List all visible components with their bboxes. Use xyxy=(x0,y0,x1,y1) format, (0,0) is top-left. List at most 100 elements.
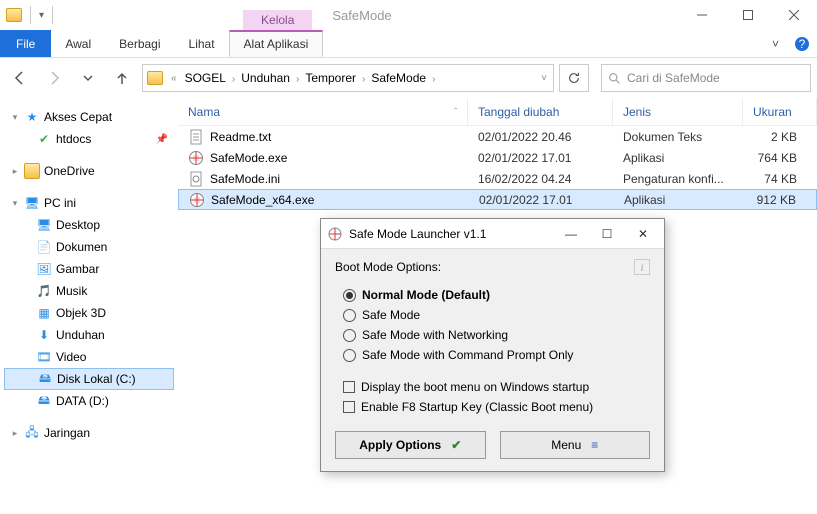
svg-text:?: ? xyxy=(799,37,806,51)
sidebar-item-label: Objek 3D xyxy=(56,306,106,320)
boot-mode-radio[interactable]: Safe Mode with Networking xyxy=(335,325,650,345)
file-size: 2 KB xyxy=(743,130,817,144)
option-checkbox[interactable]: Enable F8 Startup Key (Classic Boot menu… xyxy=(335,397,650,417)
boot-mode-radio[interactable]: Normal Mode (Default) xyxy=(335,285,650,305)
menu-button[interactable]: Menu≡ xyxy=(500,431,651,459)
forward-button[interactable] xyxy=(40,64,68,92)
search-icon xyxy=(608,72,621,85)
sidebar-onedrive[interactable]: ▸ OneDrive xyxy=(4,160,174,182)
sidebar-item-label: Video xyxy=(56,350,86,364)
chevron-right-icon[interactable]: › xyxy=(430,74,437,85)
option-checkbox[interactable]: Display the boot menu on Windows startup xyxy=(335,377,650,397)
ribbon-tab[interactable]: Lihat xyxy=(175,30,229,57)
chevron-down-icon[interactable]: ▾ xyxy=(10,198,20,209)
breadcrumb-segment[interactable]: SafeMode xyxy=(367,71,430,85)
boot-mode-radio[interactable]: Safe Mode xyxy=(335,305,650,325)
search-box[interactable]: Cari di SafeMode xyxy=(601,64,811,92)
radio-label: Safe Mode with Networking xyxy=(362,328,508,342)
sidebar-item[interactable]: 🖴 Disk Lokal (C:) xyxy=(4,368,174,390)
pin-icon: 📌 xyxy=(156,134,168,145)
sidebar-item[interactable]: 🖴DATA (D:) xyxy=(4,390,174,412)
file-size: 764 KB xyxy=(743,151,817,165)
sidebar-this-pc[interactable]: ▾ 🖥 PC ini xyxy=(4,192,174,214)
sidebar-item[interactable]: ⬇Unduhan xyxy=(4,324,174,346)
contextual-tab-label: Kelola xyxy=(243,10,312,30)
sidebar-item-htdocs[interactable]: ✔ htdocs 📌 xyxy=(4,128,174,150)
minimize-button[interactable] xyxy=(679,0,725,30)
column-date[interactable]: Tanggal diubah xyxy=(468,98,613,125)
window-controls xyxy=(679,0,817,30)
address-bar[interactable]: « SOGEL›Unduhan›Temporer›SafeMode› ˅ xyxy=(142,64,554,92)
chevron-right-icon[interactable]: ▸ xyxy=(10,428,20,439)
folder-icon: ▦ xyxy=(36,305,52,321)
dialog-minimize-button[interactable]: — xyxy=(556,227,586,241)
ribbon-tab[interactable]: Alat Aplikasi xyxy=(229,30,324,57)
qat-dropdown-icon[interactable]: ▾ xyxy=(39,10,44,21)
chevron-right-icon[interactable]: « xyxy=(169,73,179,84)
chevron-down-icon[interactable]: ▾ xyxy=(10,112,20,123)
column-name[interactable]: Namaˆ xyxy=(178,98,468,125)
sidebar-item-label: Unduhan xyxy=(56,328,105,342)
dialog-title: Safe Mode Launcher v1.1 xyxy=(349,227,486,241)
folder-icon: 🖴 xyxy=(37,371,53,387)
sidebar-item[interactable]: ▦ Objek 3D xyxy=(4,302,174,324)
sidebar-item-label: htdocs xyxy=(56,132,91,146)
address-dropdown-icon[interactable]: ˅ xyxy=(539,73,549,84)
sidebar-item[interactable]: 🎞Video xyxy=(4,346,174,368)
radio-label: Normal Mode (Default) xyxy=(362,288,490,302)
sidebar-item[interactable]: 🖼Gambar xyxy=(4,258,174,280)
folder-icon: 🖴 xyxy=(36,393,52,409)
file-date: 16/02/2022 04.24 xyxy=(468,172,613,186)
sidebar-item[interactable]: 🖥Desktop xyxy=(4,214,174,236)
ribbon-tab[interactable]: Berbagi xyxy=(105,30,174,57)
sidebar-item-label: Disk Lokal (C:) xyxy=(57,372,136,386)
sidebar-item[interactable]: 📄Dokumen xyxy=(4,236,174,258)
file-size: 912 KB xyxy=(744,193,816,207)
column-size[interactable]: Ukuran xyxy=(743,98,817,125)
file-row[interactable]: SafeMode_x64.exe02/01/2022 17.01Aplikasi… xyxy=(178,189,817,210)
network-icon: 🖧 xyxy=(24,425,40,441)
file-row[interactable]: SafeMode.ini16/02/2022 04.24Pengaturan k… xyxy=(178,168,817,189)
info-icon[interactable]: i xyxy=(634,259,650,275)
checkbox-label: Display the boot menu on Windows startup xyxy=(361,380,589,394)
back-button[interactable] xyxy=(6,64,34,92)
dialog-section-label: Boot Mode Options: i xyxy=(335,259,650,275)
sidebar-network[interactable]: ▸ 🖧 Jaringan xyxy=(4,422,174,444)
app-icon xyxy=(327,226,343,242)
window-titlebar: ▾ Kelola SafeMode xyxy=(0,0,817,30)
file-type: Aplikasi xyxy=(614,193,744,207)
up-button[interactable] xyxy=(108,64,136,92)
star-icon: ★ xyxy=(24,109,40,125)
apply-options-button[interactable]: Apply Options✔ xyxy=(335,431,486,459)
dialog-close-button[interactable]: ✕ xyxy=(628,227,658,241)
maximize-button[interactable] xyxy=(725,0,771,30)
ribbon-tab[interactable]: Awal xyxy=(51,30,105,57)
file-row[interactable]: Readme.txt02/01/2022 20.46Dokumen Teks2 … xyxy=(178,126,817,147)
file-name: SafeMode.ini xyxy=(210,172,280,186)
help-button[interactable]: ? xyxy=(787,30,817,57)
dialog-maximize-button[interactable]: ☐ xyxy=(592,227,622,241)
pc-icon: 🖥 xyxy=(24,195,40,211)
file-date: 02/01/2022 17.01 xyxy=(469,193,614,207)
sidebar-item[interactable]: 🎵Musik xyxy=(4,280,174,302)
file-icon xyxy=(188,150,204,166)
column-type[interactable]: Jenis xyxy=(613,98,743,125)
file-icon xyxy=(188,129,204,145)
file-type: Aplikasi xyxy=(613,151,743,165)
sidebar-label: Akses Cepat xyxy=(44,110,112,124)
folder-icon: 🎵 xyxy=(36,283,52,299)
quick-access-toolbar: ▾ xyxy=(0,0,63,30)
refresh-button[interactable] xyxy=(559,64,589,92)
recent-locations-button[interactable] xyxy=(74,64,102,92)
chevron-right-icon[interactable]: ▸ xyxy=(10,166,20,177)
breadcrumb-segment[interactable]: SOGEL xyxy=(181,71,230,85)
breadcrumb-segment[interactable]: Temporer xyxy=(301,71,360,85)
close-button[interactable] xyxy=(771,0,817,30)
breadcrumb-segment[interactable]: Unduhan xyxy=(237,71,294,85)
boot-mode-radio[interactable]: Safe Mode with Command Prompt Only xyxy=(335,345,650,365)
check-icon: ✔ xyxy=(451,438,461,452)
ribbon-collapse-icon[interactable]: ˅ xyxy=(764,30,787,57)
file-row[interactable]: SafeMode.exe02/01/2022 17.01Aplikasi764 … xyxy=(178,147,817,168)
sidebar-quick-access[interactable]: ▾ ★ Akses Cepat xyxy=(4,106,174,128)
file-tab[interactable]: File xyxy=(0,30,51,57)
